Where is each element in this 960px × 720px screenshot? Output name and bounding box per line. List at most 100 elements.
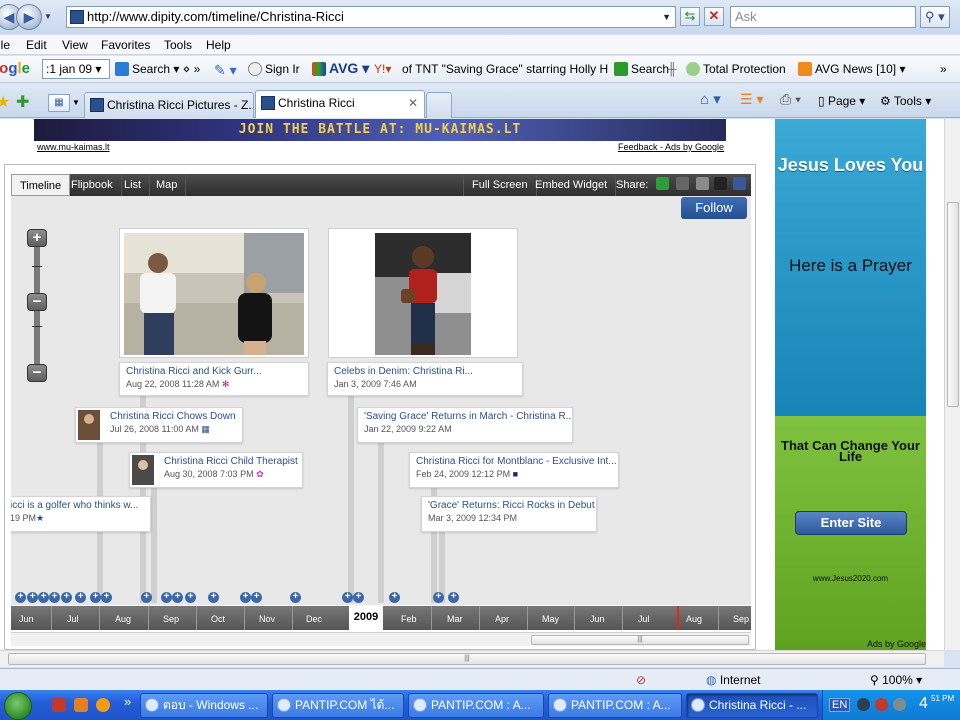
zoom-slider-handle[interactable]: −	[27, 293, 47, 311]
cluster-expand-button[interactable]: +	[448, 592, 459, 603]
quicklaunch-icon[interactable]	[96, 698, 110, 712]
event-card[interactable]: 'Saving Grace' Returns in March - Christ…	[357, 407, 573, 443]
cluster-expand-button[interactable]: +	[342, 592, 353, 603]
event-title[interactable]: icci is a golfer who thinks w...	[11, 500, 144, 512]
tray-icon[interactable]	[893, 698, 906, 711]
side-ad-top[interactable]: Jesus Loves You Here is a Prayer	[775, 119, 926, 416]
cluster-expand-button[interactable]: +	[27, 592, 38, 603]
quick-tabs-button[interactable]: ▦	[48, 94, 70, 112]
timeline-axis[interactable]: Jun Jul Aug Sep Oct Nov Dec 2009 Feb Mar…	[11, 606, 751, 630]
tab-christina-ricci-pictures[interactable]: Christina Ricci Pictures - Z...	[84, 92, 254, 118]
stumbleupon-icon[interactable]	[656, 177, 669, 190]
cluster-expand-button[interactable]: +	[208, 592, 219, 603]
menu-edit[interactable]: Edit	[26, 38, 47, 52]
search-input[interactable]: Ask	[730, 6, 916, 28]
taskbar-item[interactable]: PANTIP.COM : A...	[548, 693, 682, 718]
side-ad-url[interactable]: www.Jesus2020.com	[775, 574, 926, 583]
google-search-field[interactable]: :1 jan 09 ▾	[42, 59, 110, 79]
event-title[interactable]: 'Saving Grace' Returns in March - Christ…	[364, 411, 572, 423]
menu-file[interactable]: ile	[0, 38, 10, 52]
event-title[interactable]: Christina Ricci for Montblanc - Exclusiv…	[416, 456, 617, 468]
event-title[interactable]: Christina Ricci Child Therapist	[164, 456, 298, 468]
stop-button[interactable]: ✕	[704, 7, 724, 26]
embed-widget-button[interactable]: Embed Widget	[527, 174, 617, 196]
cluster-expand-button[interactable]: +	[240, 592, 251, 603]
timeline-scrollbar-thumb[interactable]: |||	[531, 635, 749, 645]
tab-timeline[interactable]: Timeline	[11, 174, 71, 196]
avg-button[interactable]: AVG ▾	[312, 60, 369, 77]
cluster-expand-button[interactable]: +	[49, 592, 60, 603]
add-favorites-icon[interactable]: ✚	[16, 92, 29, 112]
clock-hour[interactable]: 4	[919, 695, 928, 713]
tray-icon[interactable]	[875, 698, 888, 711]
url-dropdown-icon[interactable]: ▼	[662, 7, 671, 27]
event-title[interactable]: Christina Ricci Chows Down	[110, 411, 236, 423]
event-card[interactable]: Christina Ricci and Kick Gurr... Aug 22,…	[119, 362, 309, 396]
cluster-expand-button[interactable]: +	[90, 592, 101, 603]
tab-list-dropdown-icon[interactable]: ▼	[72, 98, 80, 107]
avg-search-field[interactable]: of TNT "Saving Grace" starring Holly Hun…	[402, 62, 608, 76]
cluster-expand-button[interactable]: +	[61, 592, 72, 603]
page-hscroll-thumb[interactable]: |||	[8, 653, 926, 665]
cluster-expand-button[interactable]: +	[75, 592, 86, 603]
cluster-expand-button[interactable]: +	[38, 592, 49, 603]
language-indicator[interactable]: EN	[829, 698, 851, 712]
tab-christina-ricci[interactable]: Christina Ricci ✕	[255, 90, 425, 118]
page-scrollbar-thumb[interactable]	[947, 202, 959, 407]
cluster-expand-button[interactable]: +	[161, 592, 172, 603]
digg-icon[interactable]	[714, 177, 727, 190]
menu-tools[interactable]: Tools	[164, 38, 192, 52]
cluster-expand-button[interactable]: +	[101, 592, 112, 603]
ads-by-google-label[interactable]: Ads by Google	[867, 639, 926, 649]
tab-flipbook[interactable]: Flipbook	[63, 174, 122, 196]
event-card[interactable]: icci is a golfer who thinks w... 19 PM★	[11, 496, 151, 532]
google-logo[interactable]: oogle	[0, 60, 30, 77]
event-card[interactable]: Christina Ricci for Montblanc - Exclusiv…	[409, 452, 619, 488]
security-zone[interactable]: ◍ Internet	[706, 673, 761, 687]
tab-list[interactable]: List	[116, 174, 151, 196]
cluster-expand-button[interactable]: +	[290, 592, 301, 603]
url-field[interactable]: http://www.dipity.com/timeline/Christina…	[66, 6, 676, 28]
toolbar-overflow-icon[interactable]: »	[940, 62, 947, 76]
cluster-expand-button[interactable]: +	[15, 592, 26, 603]
event-card[interactable]: Christina Ricci Child Therapist Aug 30, …	[129, 452, 303, 488]
zoom-out-button[interactable]: −	[27, 364, 47, 382]
cluster-expand-button[interactable]: +	[185, 592, 196, 603]
google-search-button[interactable]: Search ▾ ⋄ »	[115, 62, 200, 76]
start-button[interactable]	[4, 692, 32, 720]
enter-site-button[interactable]: Enter Site	[795, 511, 907, 535]
favorites-star-icon[interactable]: ★	[0, 92, 10, 112]
sign-in-button[interactable]: Sign Ir	[248, 62, 300, 76]
feeds-icon[interactable]: ☰ ▾	[740, 91, 763, 108]
event-photo[interactable]	[119, 228, 309, 358]
print-icon[interactable]: ⎙ ▾	[780, 91, 801, 108]
total-protection-button[interactable]: Total Protection	[686, 62, 786, 76]
ad-feedback-link[interactable]: Feedback - Ads by Google	[618, 142, 724, 152]
new-tab-button[interactable]	[426, 92, 452, 118]
recent-pages-dropdown-icon[interactable]: ▼	[44, 12, 52, 21]
quicklaunch-icon[interactable]	[52, 698, 66, 712]
quicklaunch-icon[interactable]	[74, 698, 88, 712]
ad-banner[interactable]: JOIN THE BATTLE AT: MU-KAIMAS.LT	[34, 119, 726, 141]
follow-button[interactable]: Follow	[681, 197, 747, 219]
zoom-level[interactable]: ⚲ 100% ▾	[870, 673, 922, 687]
cluster-expand-button[interactable]: +	[433, 592, 444, 603]
full-screen-button[interactable]: Full Screen	[463, 174, 537, 196]
menu-help[interactable]: Help	[206, 38, 231, 52]
menu-favorites[interactable]: Favorites	[101, 38, 150, 52]
avg-search-button[interactable]: Search	[614, 62, 669, 76]
page-vertical-scrollbar[interactable]	[944, 119, 960, 650]
delicious-icon[interactable]	[676, 177, 689, 190]
event-title[interactable]: Christina Ricci and Kick Gurr...	[126, 366, 302, 378]
quicklaunch-overflow-icon[interactable]: »	[124, 694, 131, 709]
facebook-icon[interactable]	[733, 177, 746, 190]
event-photo[interactable]	[328, 228, 518, 358]
menu-view[interactable]: View	[62, 38, 88, 52]
taskbar-item[interactable]: ตอบ - Windows ...	[140, 693, 268, 718]
cluster-expand-button[interactable]: +	[353, 592, 364, 603]
event-card[interactable]: Celebs in Denim: Christina Ri... Jan 3, …	[327, 362, 523, 396]
home-icon[interactable]: ⌂ ▾	[700, 90, 721, 108]
side-ad-bottom[interactable]: That Can Change Your Life Enter Site www…	[775, 416, 926, 650]
page-menu[interactable]: ▯ Page ▾	[818, 94, 865, 108]
clock-minutes[interactable]: 51 PM	[931, 694, 954, 703]
